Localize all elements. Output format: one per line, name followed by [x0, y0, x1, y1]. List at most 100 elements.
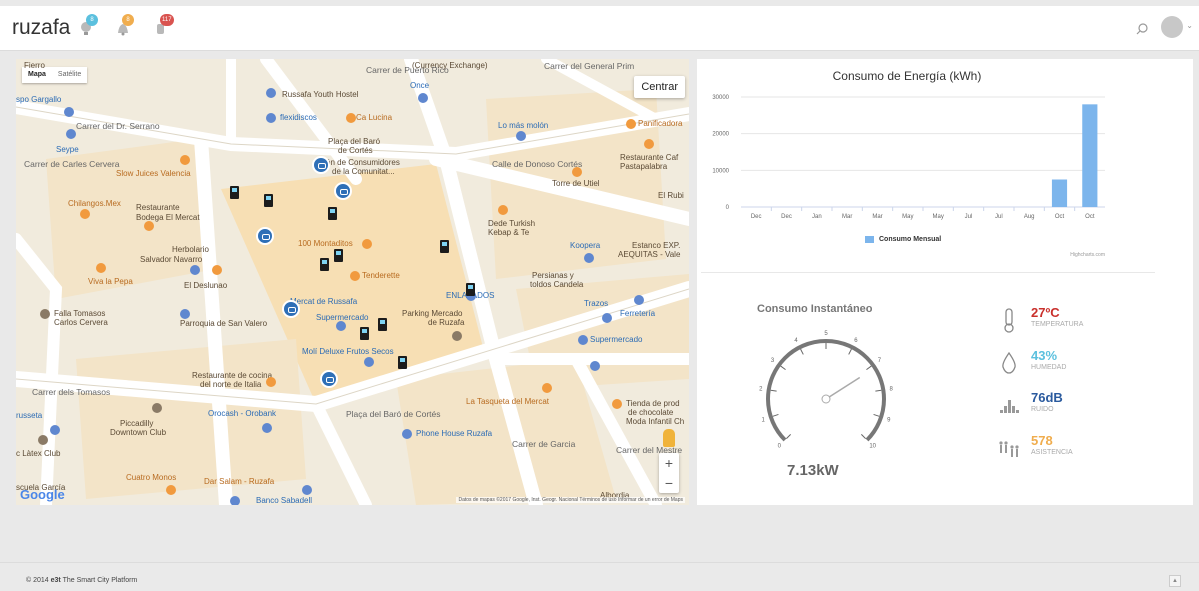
poi-marker[interactable]	[96, 263, 106, 273]
chart-credits[interactable]: Highcharts.com	[1070, 252, 1105, 258]
poi-marker[interactable]	[166, 485, 176, 495]
poi-marker[interactable]	[144, 221, 154, 231]
poi-marker[interactable]	[346, 113, 356, 123]
sensor-marker[interactable]	[398, 356, 407, 369]
zoom-in-button[interactable]: +	[659, 453, 679, 473]
bell-icon[interactable]: 8	[114, 14, 134, 38]
poi-marker[interactable]	[634, 295, 644, 305]
gauge-tick	[848, 348, 852, 355]
sensor-marker[interactable]	[264, 194, 273, 207]
map-label: Fierro	[24, 61, 45, 70]
gauge-pivot	[821, 394, 831, 404]
map-label: Dede Turkish	[488, 219, 536, 228]
poi-marker[interactable]	[336, 321, 346, 331]
center-map-button[interactable]: Centrar	[634, 76, 685, 98]
x-tick-label: Dec	[781, 214, 792, 220]
poi-marker[interactable]	[266, 377, 276, 387]
poi-marker[interactable]	[266, 113, 276, 123]
gauge-tick	[780, 365, 786, 371]
gauge-title: Consumo Instantáneo	[757, 303, 873, 315]
poi-marker[interactable]	[498, 205, 508, 215]
chart-legend[interactable]: Consumo Mensual	[865, 236, 941, 243]
bike-station-marker[interactable]	[256, 227, 274, 245]
scroll-top-button[interactable]: ▲	[1169, 575, 1181, 587]
power-gauge: 0 1 2 3 4 5 6 7 8 9 10	[759, 331, 894, 450]
bar[interactable]	[1051, 179, 1068, 208]
x-tick-label: Mar	[872, 214, 882, 220]
poi-marker[interactable]	[602, 313, 612, 323]
poi-marker[interactable]	[364, 357, 374, 367]
poi-marker[interactable]	[452, 331, 462, 341]
sensor-marker[interactable]	[334, 249, 343, 262]
poi-marker[interactable]	[362, 239, 372, 249]
bike-station-marker[interactable]	[312, 156, 330, 174]
poi-marker[interactable]	[38, 435, 48, 445]
x-tick-label: May	[932, 214, 943, 220]
brand-title[interactable]: ruzafa	[12, 16, 70, 40]
poi-marker[interactable]	[230, 496, 240, 505]
gauge-needle	[828, 376, 861, 398]
map-label: Banco Sabadell	[256, 496, 313, 505]
poi-marker[interactable]	[350, 271, 360, 281]
poi-marker[interactable]	[402, 429, 412, 439]
map-attribution[interactable]: Datos de mapas ©2017 Google, Inst. Geogr…	[456, 497, 685, 503]
poi-marker[interactable]	[40, 309, 50, 319]
gauge-tick-label: 5	[824, 331, 828, 337]
bar[interactable]	[1082, 104, 1098, 207]
map-label: Bodega El Mercat	[136, 213, 200, 222]
gauge-tick-label: 8	[890, 387, 894, 393]
gauge-tick	[772, 413, 779, 417]
user-avatar[interactable]	[1161, 16, 1183, 38]
search-icon[interactable]	[1135, 22, 1149, 36]
sensor-marker[interactable]	[360, 327, 369, 340]
poi-marker[interactable]	[516, 131, 526, 141]
poi-marker[interactable]	[212, 265, 222, 275]
map-type-satellite[interactable]: Satélite	[52, 67, 87, 83]
poi-marker[interactable]	[578, 335, 588, 345]
poi-marker[interactable]	[626, 119, 636, 129]
sensor-marker[interactable]	[230, 186, 239, 199]
sensor-marker[interactable]	[320, 258, 329, 271]
alert-icon[interactable]: 117	[152, 14, 174, 38]
sensor-marker[interactable]	[440, 240, 449, 253]
poi-marker[interactable]	[50, 425, 60, 435]
bike-station-marker[interactable]	[320, 370, 338, 388]
poi-marker[interactable]	[584, 253, 594, 263]
poi-marker[interactable]	[542, 383, 552, 393]
y-tick-label: 0	[726, 205, 730, 211]
poi-marker[interactable]	[66, 129, 76, 139]
poi-marker[interactable]	[180, 309, 190, 319]
map-label: Torre de Utiel	[552, 179, 600, 188]
poi-marker[interactable]	[80, 209, 90, 219]
map-label: Plaça del Baró de Cortés	[346, 409, 441, 419]
poi-marker[interactable]	[572, 167, 582, 177]
bike-station-marker[interactable]	[334, 182, 352, 200]
bike-station-marker[interactable]	[282, 300, 300, 318]
gauge-arc	[766, 339, 886, 442]
poi-marker[interactable]	[64, 107, 74, 117]
poi-marker[interactable]	[266, 88, 276, 98]
notification-badge: 8	[86, 14, 98, 26]
chevron-down-icon[interactable]: ⌄	[1186, 21, 1193, 30]
poi-marker[interactable]	[590, 361, 600, 371]
street-view-pegman-icon[interactable]	[663, 429, 675, 447]
map-view[interactable]: Mapa Satélite Centrar Fierro spo Gargallo…	[16, 59, 689, 505]
sensor-marker[interactable]	[328, 207, 337, 220]
poi-marker[interactable]	[612, 399, 622, 409]
map-label: Mercat de Russafa	[290, 297, 358, 306]
sensor-marker[interactable]	[378, 318, 387, 331]
map-label: Carrer de Carles Cervera	[24, 159, 120, 169]
poi-marker[interactable]	[418, 93, 428, 103]
zoom-out-button[interactable]: −	[659, 473, 679, 493]
poi-marker[interactable]	[152, 403, 162, 413]
humidity-value: 43%	[1031, 348, 1058, 363]
poi-marker[interactable]	[262, 423, 272, 433]
poi-marker[interactable]	[190, 265, 200, 275]
sensor-marker[interactable]	[466, 283, 475, 296]
bulb-icon[interactable]: 8	[78, 14, 98, 38]
map-label: Tenderette	[362, 271, 400, 280]
poi-marker[interactable]	[644, 139, 654, 149]
map-label: Ferretería	[620, 309, 656, 318]
poi-marker[interactable]	[302, 485, 312, 495]
poi-marker[interactable]	[180, 155, 190, 165]
